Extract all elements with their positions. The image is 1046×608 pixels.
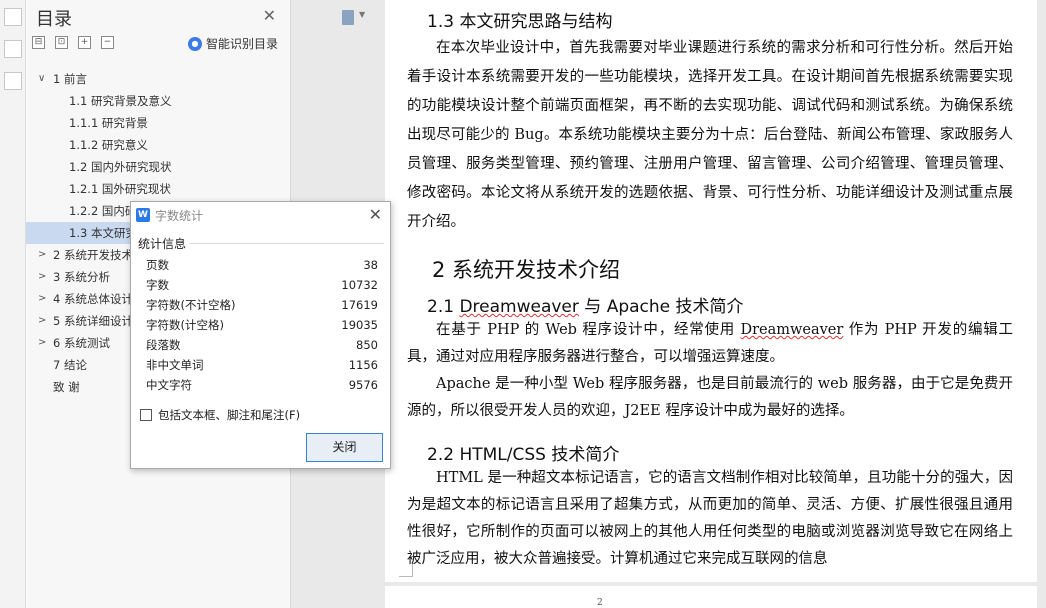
stat-value: 38	[363, 258, 378, 272]
stat-label: 中文字符	[146, 378, 192, 392]
stat-value: 19035	[341, 318, 378, 332]
chevron-right-icon[interactable]: >	[38, 288, 46, 310]
document-icon[interactable]	[342, 10, 354, 25]
outline-item-label: 1.2.1 国外研究现状	[69, 182, 171, 196]
outline-tab-icon[interactable]	[4, 8, 22, 26]
stat-label: 非中文单词	[146, 358, 204, 372]
include-textbox-checkbox-row[interactable]: 包括文本框、脚注和尾注(F)	[140, 407, 300, 423]
stat-label: 字数	[146, 278, 169, 292]
chevron-down-icon[interactable]: ▼	[359, 10, 365, 19]
include-textbox-label: 包括文本框、脚注和尾注(F)	[158, 408, 301, 422]
outline-item-label: 致 谢	[53, 380, 80, 394]
outline-item-label: 1.1 研究背景及意义	[69, 94, 172, 108]
heading-2: 2 系统开发技术介绍	[432, 258, 621, 282]
stat-value: 1156	[348, 358, 378, 372]
stat-value: 850	[356, 338, 378, 352]
chevron-right-icon[interactable]: >	[38, 332, 46, 354]
outline-item-label: 1.1.1 研究背景	[69, 116, 148, 130]
stat-label: 字符数(不计空格)	[146, 298, 236, 312]
outline-toolbar: ⊟ ⊡ + −	[32, 36, 114, 49]
paragraph-2-1a-word: Dreamweaver	[740, 322, 844, 338]
stat-label: 段落数	[146, 338, 181, 352]
left-rail	[0, 0, 26, 608]
chevron-right-icon[interactable]: >	[38, 244, 46, 266]
collapse-all-icon[interactable]: ⊟	[32, 36, 45, 49]
paragraph-2-1a: 在基于 PHP 的 Web 程序设计中，经常使用 Dreamweaver 作为 …	[407, 317, 1013, 371]
chevron-right-icon[interactable]: >	[38, 266, 46, 288]
outline-item-label: 3 系统分析	[53, 270, 110, 284]
document-area: ▼ 1.3 本文研究思路与结构 在本次毕业设计中，首先我需要对毕业课题进行系统的…	[292, 0, 1046, 608]
smart-toc-label: 智能识别目录	[205, 37, 278, 51]
outline-item[interactable]: 1.1.1 研究背景	[26, 112, 291, 134]
word-count-dialog: W 字数统计 ✕ 统计信息 页数 38 字数 10732 字符数(不计空格) 17619 字…	[130, 201, 391, 469]
outline-close-icon[interactable]: ✕	[263, 6, 276, 25]
wps-writer-icon: W	[136, 208, 150, 222]
paragraph-2-1b: Apache 是一种小型 Web 程序服务器，也是目前最流行的 web 服务器，…	[407, 376, 1013, 419]
stat-row: 字数 10732	[146, 275, 378, 295]
next-page	[385, 586, 1037, 608]
heading-2-1-word: Dreamweaver	[459, 297, 579, 317]
stat-row: 段落数 850	[146, 335, 378, 355]
heading-2-2: 2.2 HTML/CSS 技术简介	[427, 445, 620, 465]
stat-row: 字符数(计空格) 19035	[146, 315, 378, 335]
remove-heading-icon[interactable]: −	[101, 36, 114, 49]
stat-value: 10732	[341, 278, 378, 292]
heading-2-1-prefix: 2.1	[427, 297, 460, 317]
dialog-titlebar[interactable]: W 字数统计 ✕	[131, 202, 390, 228]
stat-value: 9576	[348, 378, 378, 392]
stat-value: 17619	[341, 298, 378, 312]
heading-2-1-suffix: 与 Apache 技术简介	[578, 297, 744, 317]
group-divider	[189, 243, 384, 244]
stats-list: 页数 38 字数 10732 字符数(不计空格) 17619 字符数(计空格) 19035 段落…	[146, 255, 378, 395]
heading-2-1: 2.1 Dreamweaver 与 Apache 技术简介	[427, 292, 744, 317]
add-heading-icon[interactable]: +	[78, 36, 91, 49]
paragraph-1-3: 在本次毕业设计中，首先我需要对毕业课题进行系统的需求分析和可行性分析。然后开始着…	[407, 40, 1013, 230]
heading-1-3: 1.3 本文研究思路与结构	[427, 12, 613, 32]
outline-item-label: 1 前言	[53, 72, 87, 86]
include-textbox-checkbox[interactable]	[140, 409, 152, 421]
stat-row: 非中文单词 1156	[146, 355, 378, 375]
outline-item[interactable]: 1.2 国内外研究现状	[26, 156, 291, 178]
outline-item-label: 7 结论	[53, 358, 87, 372]
paragraph-2-2: HTML 是一种超文本标记语言，它的语言文档制作相对比较简单，且功能十分的强大，…	[407, 470, 1013, 567]
outline-item[interactable]: ∨ 1 前言	[26, 68, 291, 90]
dialog-close-icon[interactable]: ✕	[369, 205, 382, 224]
outline-item-label: 1.1.2 研究意义	[69, 138, 148, 152]
close-button[interactable]: 关闭	[306, 433, 383, 462]
outline-item-label: 4 系统总体设计	[53, 292, 133, 306]
stat-row: 页数 38	[146, 255, 378, 275]
outline-item[interactable]: 1.2.1 国外研究现状	[26, 178, 291, 200]
chevron-right-icon[interactable]: >	[38, 310, 46, 332]
outline-item-label: 5 系统详细设计	[53, 314, 133, 328]
stats-group-label: 统计信息	[138, 237, 187, 251]
stat-row: 中文字符 9576	[146, 375, 378, 395]
dialog-title: 字数统计	[155, 209, 204, 223]
stat-label: 字符数(计空格)	[146, 318, 224, 332]
smart-toc-icon: ●	[187, 36, 202, 51]
stat-label: 页数	[146, 258, 169, 272]
outline-item[interactable]: 1.1 研究背景及意义	[26, 90, 291, 112]
chevron-down-icon[interactable]: ∨	[38, 68, 45, 90]
outline-item-label: 6 系统测试	[53, 336, 110, 350]
pages-tab-icon[interactable]	[4, 72, 22, 90]
page-number: 2	[597, 598, 603, 608]
stat-row: 字符数(不计空格) 17619	[146, 295, 378, 315]
smart-toc-button[interactable]: ● 智能识别目录	[187, 35, 278, 52]
outline-item-label: 1.2 国内外研究现状	[69, 160, 172, 174]
expand-all-icon[interactable]: ⊡	[55, 36, 68, 49]
bookmark-tab-icon[interactable]	[4, 40, 22, 58]
outline-title: 目录	[36, 9, 72, 30]
paragraph-2-1a-prefix: 在基于 PHP 的 Web 程序设计中，经常使用	[436, 322, 741, 338]
outline-item[interactable]: 1.1.2 研究意义	[26, 134, 291, 156]
